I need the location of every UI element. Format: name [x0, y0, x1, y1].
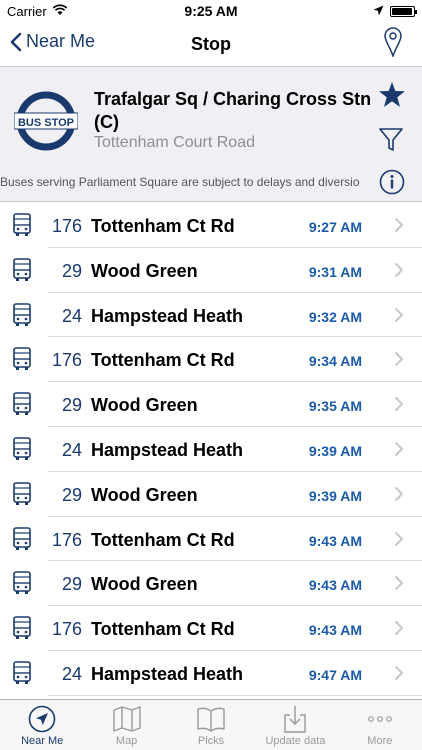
info-icon[interactable] [379, 169, 405, 200]
chevron-right-icon [394, 351, 404, 372]
chevron-right-icon [394, 396, 404, 417]
route-number: 176 [51, 529, 82, 550]
departure-time: 9:43 AM [308, 532, 362, 549]
status-bar: Carrier 9:25 AM [0, 0, 422, 22]
chevron-right-icon [394, 307, 404, 328]
departure-time: 9:39 AM [308, 442, 362, 459]
departure-time: 9:39 AM [308, 487, 362, 504]
bus-icon [12, 213, 32, 242]
stop-name: Trafalgar Sq / Charing Cross Stn (C) [94, 89, 372, 132]
chevron-right-icon [394, 575, 404, 596]
route-number: 29 [61, 574, 82, 595]
departure-row[interactable]: 176 Tottenham Ct Rd 9:43 AM [0, 517, 422, 562]
tab-update-data[interactable]: Update data [253, 700, 337, 750]
route-number: 24 [61, 663, 82, 684]
departure-time: 9:34 AM [308, 353, 362, 370]
destination: Hampstead Heath [91, 439, 244, 460]
departure-time: 9:35 AM [308, 398, 362, 415]
service-alert-text[interactable]: Buses serving Parliament Square are subj… [0, 175, 376, 189]
bus-icon [12, 571, 32, 600]
departure-row[interactable]: 29 Wood Green 9:31 AM [0, 248, 422, 293]
chevron-right-icon [394, 531, 404, 552]
tab-bar: Near Me Map Picks Update data More [0, 699, 422, 750]
departure-row[interactable]: 24 Hampstead Heath 9:32 AM [0, 293, 422, 338]
route-number: 176 [51, 619, 82, 640]
map-pin-icon[interactable] [384, 27, 402, 62]
bus-icon [12, 392, 32, 421]
destination: Tottenham Ct Rd [91, 529, 235, 550]
destination: Tottenham Ct Rd [91, 619, 235, 640]
departure-row[interactable]: 24 Hampstead Heath 9:47 AM [0, 651, 422, 696]
tab-label: Near Me [21, 735, 64, 747]
chevron-right-icon [394, 441, 404, 462]
departure-row[interactable]: 29 Wood Green 9:39 AM [0, 472, 422, 517]
navigation-bar: Near Me Stop [0, 22, 422, 66]
destination: Tottenham Ct Rd [91, 350, 235, 371]
tab-near-me[interactable]: Near Me [0, 700, 84, 750]
departure-time: 9:27 AM [308, 219, 362, 235]
tab-more[interactable]: More [338, 700, 422, 750]
tab-picks[interactable]: Picks [169, 700, 253, 750]
route-number: 29 [61, 395, 82, 416]
status-time: 9:25 AM [184, 3, 238, 19]
route-number: 24 [61, 305, 82, 326]
stop-road: Tottenham Court Road [94, 134, 255, 151]
chevron-right-icon [394, 665, 404, 686]
battery-icon [390, 6, 417, 17]
destination: Hampstead Heath [91, 305, 244, 326]
tab-label: Map [115, 735, 138, 747]
chevron-right-icon [394, 620, 404, 641]
tab-label: Picks [197, 735, 225, 747]
tab-map[interactable]: Map [84, 700, 168, 750]
destination: Wood Green [91, 574, 198, 595]
departure-time: 9:31 AM [308, 263, 362, 280]
bus-icon [12, 437, 32, 466]
bus-stop-roundel-logo: BUS STOP [14, 91, 78, 151]
departure-row[interactable]: 176 Tottenham Ct Rd 9:27 AM [0, 203, 422, 248]
chevron-right-icon [394, 262, 404, 283]
stop-header: BUS STOP Trafalgar Sq / Charing Cross St… [0, 66, 422, 202]
page-title: Stop [191, 34, 231, 54]
departures-list: 176 Tottenham Ct Rd 9:27 AM 29 Wood Green 9:3… [0, 203, 422, 696]
bus-icon [12, 481, 32, 511]
destination: Wood Green [91, 260, 198, 281]
route-number: 29 [61, 260, 82, 281]
bus-icon [12, 302, 32, 332]
bus-icon [12, 526, 32, 556]
departure-time: 9:43 AM [308, 622, 362, 639]
favorite-star-icon[interactable] [378, 81, 406, 113]
bus-icon [12, 347, 32, 376]
destination: Tottenham Ct Rd [91, 216, 235, 236]
location-arrow-icon [373, 4, 384, 19]
battery-level [392, 8, 412, 15]
bus-icon [12, 616, 32, 645]
departure-row[interactable]: 176 Tottenham Ct Rd 9:34 AM [0, 337, 422, 382]
destination: Hampstead Heath [91, 663, 244, 684]
departure-row[interactable]: 29 Wood Green 9:35 AM [0, 382, 422, 427]
bus-icon [12, 661, 32, 690]
destination: Wood Green [91, 484, 198, 505]
departure-time: 9:47 AM [308, 666, 362, 683]
departure-row[interactable]: 29 Wood Green 9:43 AM [0, 561, 422, 606]
route-number: 24 [61, 439, 82, 460]
departure-time: 9:32 AM [308, 308, 362, 325]
departure-row[interactable]: 24 Hampstead Heath 9:39 AM [0, 427, 422, 472]
route-number: 176 [51, 216, 82, 236]
route-number: 29 [61, 484, 82, 505]
departure-row[interactable]: 176 Tottenham Ct Rd 9:43 AM [0, 606, 422, 651]
tab-label: Update data [265, 735, 326, 747]
destination: Wood Green [91, 395, 198, 416]
roundel-text: BUS STOP [18, 117, 74, 129]
tab-label: More [367, 735, 393, 747]
chevron-right-icon [394, 486, 404, 507]
departure-time: 9:43 AM [308, 577, 362, 594]
filter-icon[interactable] [378, 127, 404, 158]
route-number: 176 [51, 350, 82, 371]
chevron-right-icon [394, 217, 404, 238]
bus-icon [12, 257, 32, 287]
